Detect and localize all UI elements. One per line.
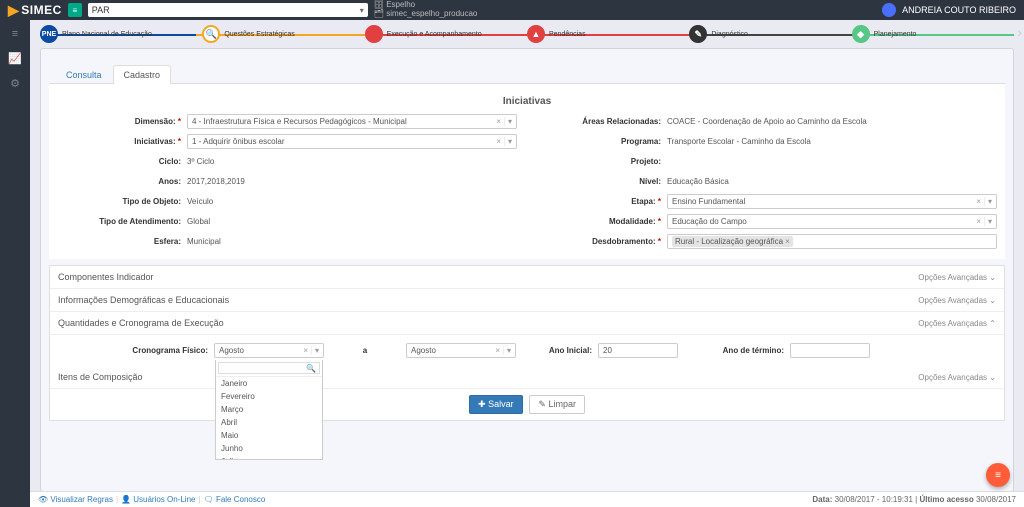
esfera-value: Municipal: [187, 237, 221, 246]
magnifier-icon: 🔍: [206, 29, 217, 40]
ciclo-value: 3º Ciclo: [187, 157, 214, 166]
nivel-value: Educação Básica: [667, 177, 729, 186]
iniciativas-select[interactable]: 1 - Adquirir ônibus escolar × ▾: [187, 134, 517, 149]
dropdown-item[interactable]: Fevereiro: [216, 390, 322, 403]
environment-info: 🗄 Espelho 🗂 simec_espelho_producao: [374, 1, 478, 19]
chevron-up-icon: ⌃: [989, 319, 996, 328]
dimensao-select[interactable]: 4 - Infraestrutura Física e Recursos Ped…: [187, 114, 517, 129]
dropdown-item[interactable]: Maio: [216, 429, 322, 442]
speech-icon: 🗨: [204, 495, 214, 504]
tag-icon: ◆: [857, 29, 864, 40]
wizard-step-planejamento[interactable]: ◆ Planejamento: [852, 25, 1014, 43]
programa-value: Transporte Escolar - Caminho da Escola: [667, 137, 811, 146]
tab-cadastro[interactable]: Cadastro: [113, 65, 172, 84]
clear-icon[interactable]: ×: [493, 137, 504, 146]
wizard-step-execucao[interactable]: ▮ Execução e Acompanhamento: [365, 25, 527, 43]
accordion-informacoes[interactable]: Informações Demográficas e Educacionais …: [50, 289, 1004, 312]
ano-inicial-label: Ano Inicial:: [522, 346, 592, 355]
desdobramento-chip: Rural - Localização geográfica ×: [672, 236, 793, 247]
chevron-down-icon[interactable]: ▾: [503, 346, 511, 355]
accordion-quantidades[interactable]: Quantidades e Cronograma de Execução Opç…: [50, 312, 1004, 335]
month-dropdown: 🔍 JaneiroFevereiroMarçoAbrilMaioJunhoJul…: [215, 360, 323, 460]
wizard-step-pne[interactable]: PNE Plano Nacional de Educação: [40, 25, 202, 43]
cronograma-label: Cronograma Físico:: [58, 346, 208, 355]
accordion-itens[interactable]: Itens de Composição Opções Avançadas ⌄: [50, 366, 1004, 389]
chip-remove-icon[interactable]: ×: [785, 237, 790, 246]
clear-icon[interactable]: ×: [973, 197, 984, 206]
user-avatar-icon[interactable]: [882, 3, 896, 17]
anos-value: 2017,2018,2019: [187, 177, 245, 186]
to-label: a: [330, 346, 400, 355]
clear-icon[interactable]: ×: [493, 117, 504, 126]
visualizar-regras-link[interactable]: Visualizar Regras: [50, 495, 113, 504]
pencil-icon: ✎: [695, 29, 703, 40]
chevron-down-icon: ⌄: [989, 273, 996, 282]
clear-icon[interactable]: ×: [492, 346, 503, 355]
bar-chart-icon: ▮: [371, 29, 376, 40]
eye-icon: 👁: [38, 495, 48, 504]
chevron-down-icon: ▾: [360, 6, 364, 15]
chevron-down-icon: ⌄: [989, 373, 996, 382]
ano-termino-input[interactable]: [790, 343, 870, 358]
user-name: ANDREIA COUTO RIBEIRO: [902, 5, 1016, 15]
fab-add-button[interactable]: ≡: [986, 463, 1010, 487]
dropdown-item[interactable]: Junho: [216, 442, 322, 455]
fale-conosco-link[interactable]: Fale Conosco: [216, 495, 265, 504]
limpar-button[interactable]: ✎ Limpar: [529, 395, 585, 414]
logo-arrow-icon: ▶: [8, 2, 19, 19]
wizard-step-pendencias[interactable]: ▲ Pendências: [527, 25, 689, 43]
clear-icon[interactable]: ×: [300, 346, 311, 355]
app-logo: ▶ SIMEC: [8, 2, 62, 19]
dropdown-item[interactable]: Janeiro: [216, 377, 322, 390]
user-icon: 👤: [121, 495, 131, 504]
search-icon: 🔍: [306, 364, 316, 373]
modalidade-select[interactable]: Educação do Campo × ▾: [667, 214, 997, 229]
salvar-button[interactable]: ✚ Salvar: [469, 395, 523, 414]
chart-icon[interactable]: 📈: [8, 52, 22, 65]
areas-value: COACE - Coordenação de Apoio ao Caminho …: [667, 117, 867, 126]
dropdown-item[interactable]: Março: [216, 403, 322, 416]
tools-icon[interactable]: ⚙: [10, 77, 20, 90]
module-value: PAR: [92, 5, 110, 15]
wizard-step-diagnostico[interactable]: ✎ Diagnóstico: [689, 25, 851, 43]
chevron-down-icon: ⌄: [989, 296, 996, 305]
chevron-down-icon[interactable]: ▾: [311, 346, 319, 355]
wizard-step-questoes[interactable]: 🔍 Questões Estratégicas: [202, 25, 364, 43]
wizard-steps: PNE Plano Nacional de Educação 🔍 Questõe…: [40, 24, 1014, 44]
tab-consulta[interactable]: Consulta: [55, 65, 113, 84]
cronograma-from-select[interactable]: Agosto × ▾ 🔍 JaneiroFevereiroMarçoAbrilM…: [214, 343, 324, 358]
section-title: Iniciativas: [57, 90, 997, 113]
list-icon[interactable]: ≡: [12, 28, 18, 40]
chevron-down-icon[interactable]: ▾: [504, 137, 512, 146]
dropdown-search-input[interactable]: [218, 362, 320, 374]
desdobramento-select[interactable]: Rural - Localização geográfica ×: [667, 234, 997, 249]
menu-toggle-button[interactable]: ≡: [68, 3, 82, 17]
warning-icon: ▲: [532, 29, 541, 39]
chevron-down-icon[interactable]: ▾: [984, 217, 992, 226]
dropdown-item[interactable]: Julho: [216, 455, 322, 460]
tipo-atendimento-value: Global: [187, 217, 210, 226]
module-select[interactable]: PAR ▾: [88, 3, 368, 17]
wizard-next-icon[interactable]: ›: [1017, 24, 1022, 40]
footer-datetime: Data: 30/08/2017 - 10:19:31 | Último ace…: [812, 495, 1016, 504]
chevron-down-icon[interactable]: ▾: [504, 117, 512, 126]
cronograma-to-select[interactable]: Agosto × ▾: [406, 343, 516, 358]
tipo-objeto-value: Veículo: [187, 197, 213, 206]
accordion-componentes[interactable]: Componentes Indicador Opções Avançadas ⌄: [50, 266, 1004, 289]
dropdown-item[interactable]: Abril: [216, 416, 322, 429]
clear-icon[interactable]: ×: [973, 217, 984, 226]
ano-termino-label: Ano de término:: [684, 346, 784, 355]
usuarios-online-link[interactable]: Usuários On-Line: [133, 495, 195, 504]
chevron-down-icon[interactable]: ▾: [984, 197, 992, 206]
etapa-select[interactable]: Ensino Fundamental × ▾: [667, 194, 997, 209]
ano-inicial-input[interactable]: [598, 343, 678, 358]
